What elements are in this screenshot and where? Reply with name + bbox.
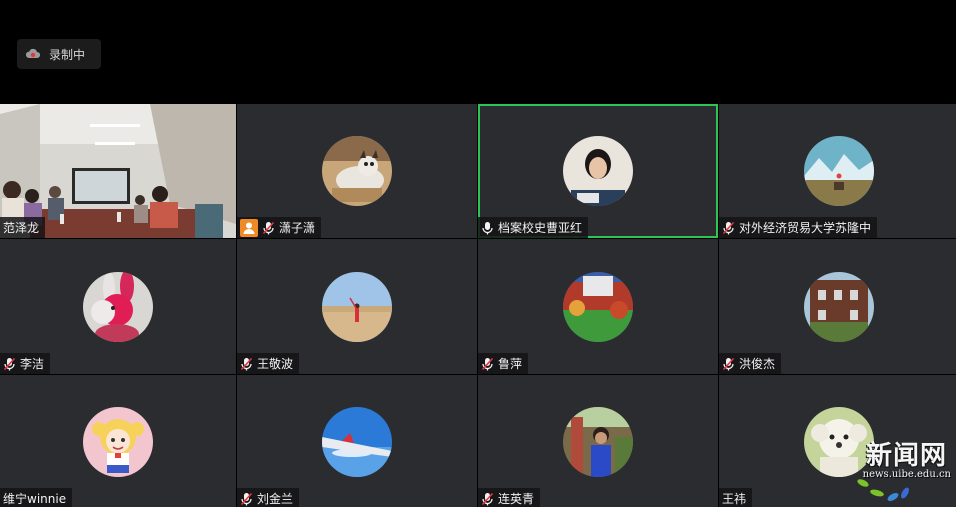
participant-tile[interactable]: 鲁萍 [478, 239, 718, 374]
cat-photo-avatar [322, 136, 392, 206]
participant-name-tag: 刘金兰 [237, 488, 300, 507]
participant-grid: 范泽龙 潇子潇 档案校史曹亚红 对外经济贸易大学苏隆中 李洁 王敬波 鲁萍 洪俊… [0, 104, 956, 507]
top-bar: 录制中 [0, 0, 956, 104]
cartoon-girl-avatar [83, 407, 153, 477]
host-icon [240, 218, 258, 237]
participant-name-tag: 洪俊杰 [719, 353, 782, 374]
participant-tile[interactable]: 对外经济贸易大学苏隆中 [719, 104, 956, 238]
participant-name-tag: 范泽龙 [0, 217, 46, 238]
participant-name-tag: 连英青 [478, 488, 541, 507]
participant-tile[interactable]: 范泽龙 [0, 104, 236, 238]
mic-muted-icon[interactable] [722, 221, 735, 235]
pink-rabbit-toy-avatar [83, 271, 153, 342]
participant-tile[interactable]: 连英青 [478, 375, 718, 507]
participant-name: 维宁winnie [3, 492, 67, 506]
participant-name: 对外经济贸易大学苏隆中 [739, 221, 872, 235]
participant-name-tag: 李洁 [0, 353, 51, 374]
cloud-record-icon [25, 48, 41, 58]
participant-name: 洪俊杰 [739, 357, 776, 371]
participant-name: 范泽龙 [3, 221, 40, 235]
mic-muted-icon[interactable] [262, 221, 275, 235]
desert-person-avatar [322, 271, 392, 342]
participant-tile[interactable]: 刘金兰 [237, 375, 477, 507]
mountain-landscape-avatar [804, 136, 874, 206]
participant-name: 连英青 [498, 492, 535, 506]
mic-muted-icon[interactable] [240, 357, 253, 371]
woman-outdoor-avatar [563, 407, 633, 477]
garden-house-avatar [563, 271, 633, 342]
participant-name: 王祎 [722, 492, 747, 506]
ivy-building-avatar [804, 271, 874, 342]
participant-tile-active-speaker[interactable]: 档案校史曹亚红 [478, 104, 718, 238]
participant-name: 潇子潇 [279, 221, 316, 235]
participant-tile[interactable]: 洪俊杰 [719, 239, 956, 374]
mic-muted-icon[interactable] [240, 492, 253, 506]
mic-muted-icon[interactable] [481, 492, 494, 506]
woman-portrait-avatar [563, 136, 633, 206]
participant-name: 李洁 [20, 357, 45, 371]
participant-name-tag: 对外经济贸易大学苏隆中 [719, 217, 878, 238]
recording-indicator[interactable]: 录制中 [17, 39, 101, 69]
mic-muted-icon[interactable] [722, 357, 735, 371]
participant-tile[interactable]: 李洁 [0, 239, 236, 374]
participant-name-tag: 档案校史曹亚红 [478, 217, 589, 238]
watermark-title: 新闻网 [865, 441, 947, 471]
leaf-logo-icon [857, 479, 909, 501]
participant-name-tag: 王祎 [719, 488, 753, 507]
participant-name: 鲁萍 [498, 357, 523, 371]
participant-name-tag: 王敬波 [237, 353, 300, 374]
mic-muted-icon[interactable] [3, 357, 16, 371]
participant-tile[interactable]: 维宁winnie [0, 375, 236, 507]
participant-name: 刘金兰 [257, 492, 294, 506]
participant-name: 王敬波 [257, 357, 294, 371]
airplane-wing-avatar [322, 407, 392, 477]
mic-icon[interactable] [481, 221, 494, 235]
participant-tile[interactable]: 潇子潇 [237, 104, 477, 238]
participant-tile[interactable]: 王祎 新闻网 news.uibe.edu.cn [719, 375, 956, 507]
participant-tile[interactable]: 王敬波 [237, 239, 477, 374]
participant-name-tag: 维宁winnie [0, 488, 73, 507]
news-watermark: 新闻网 news.uibe.edu.cn [841, 433, 951, 503]
mic-muted-icon[interactable] [481, 357, 494, 371]
participant-name: 档案校史曹亚红 [498, 221, 583, 235]
participant-name-tag: 潇子潇 [237, 217, 322, 238]
recording-label: 录制中 [49, 47, 86, 62]
participant-name-tag: 鲁萍 [478, 353, 529, 374]
